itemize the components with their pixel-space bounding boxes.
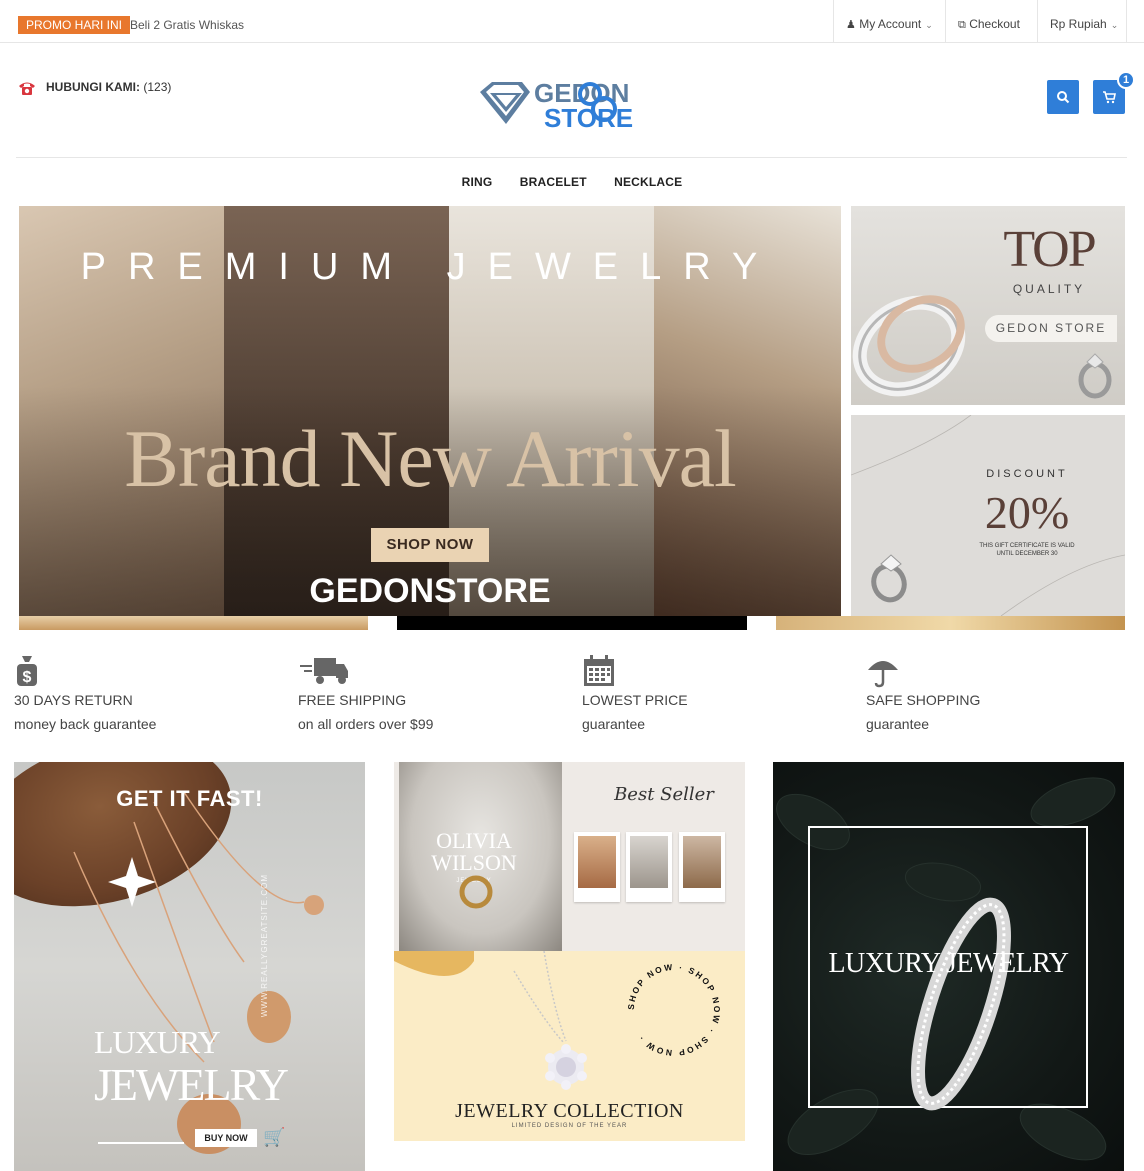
brand-name-line-2: WILSON bbox=[431, 850, 517, 875]
umbrella-icon bbox=[868, 661, 898, 688]
feature-subtitle: money back guarantee bbox=[14, 716, 157, 732]
top-bar: PROMO HARI INI Beli 2 Gratis Whiskas ♟ M… bbox=[0, 0, 1144, 43]
share-icon: ⧉ bbox=[958, 19, 966, 31]
divider bbox=[16, 157, 1127, 158]
brand-name-line-1: OLIVIA bbox=[436, 828, 512, 853]
jewelry-collection-banner[interactable]: OLIVIA WILSON JEWELRY Best Seller SHOP N… bbox=[394, 762, 745, 1141]
diamond-logo-icon: GEDON STORE bbox=[480, 78, 633, 133]
shop-now-circle-badge[interactable]: SHOP NOW · SHOP NOW · SHOP NOW · bbox=[622, 958, 726, 1062]
peek-banner-3 bbox=[776, 616, 1125, 630]
feature-price: LOWEST PRICE guarantee bbox=[582, 654, 842, 732]
jewelry-text: JEWELRY bbox=[94, 1059, 289, 1110]
hotline: HUBUNGI KAMI: (123) bbox=[18, 80, 171, 96]
peek-banner-2 bbox=[397, 616, 747, 630]
store-logo[interactable]: GEDON STORE bbox=[478, 74, 668, 133]
calendar-icon bbox=[584, 655, 614, 686]
chevron-down-icon: ⌄ bbox=[925, 20, 933, 30]
discount-note: THIS GIFT CERTIFICATE IS VALID UNTIL DEC… bbox=[927, 542, 1125, 558]
hotline-label: HUBUNGI KAMI: bbox=[46, 80, 140, 95]
discount-label: DISCOUNT bbox=[986, 468, 1068, 480]
feature-subtitle: on all orders over $99 bbox=[298, 716, 434, 732]
discount-note-line-2: UNTIL DECEMBER 30 bbox=[996, 551, 1058, 557]
feature-safe: SAFE SHOPPING guarantee bbox=[866, 654, 1126, 732]
nav-item-ring[interactable]: RING bbox=[462, 175, 493, 189]
truck-icon bbox=[300, 658, 348, 684]
shop-now-button[interactable]: SHOP NOW bbox=[371, 528, 489, 562]
peek-banner-1 bbox=[19, 616, 368, 630]
promo-badge: PROMO HARI INI bbox=[18, 16, 131, 34]
feature-subtitle: guarantee bbox=[582, 716, 646, 732]
best-seller-text: Best Seller bbox=[614, 784, 714, 805]
hero-brand: GEDONSTORE bbox=[309, 572, 551, 610]
hotline-number: (123) bbox=[143, 80, 172, 95]
currency-dropdown[interactable]: Rp Rupiah ⌄ bbox=[1037, 0, 1127, 43]
my-account-dropdown[interactable]: ♟ My Account ⌄ bbox=[833, 0, 945, 43]
promo-text: Beli 2 Gratis Whiskas bbox=[130, 18, 245, 32]
diamond-ring-image bbox=[871, 554, 907, 603]
luxury-jewelry-banner[interactable]: LUXURY JEWELRY bbox=[773, 762, 1124, 1171]
feature-title: FREE SHIPPING bbox=[298, 692, 407, 708]
search-icon bbox=[1057, 90, 1070, 103]
ring-image bbox=[852, 295, 966, 397]
svg-text:SHOP NOW · SHOP NOW · SHOP NOW: SHOP NOW · SHOP NOW · SHOP NOW · bbox=[626, 962, 722, 1058]
main-nav: RING BRACELET NECKLACE bbox=[0, 175, 1144, 189]
currency-label: Rp Rupiah bbox=[1050, 17, 1107, 31]
money-bag-icon: $ bbox=[17, 656, 37, 686]
luxury-jewelry-title: LUXURY JEWELRY bbox=[828, 948, 1069, 979]
top-quality-banner[interactable]: TOP QUALITY GEDON STORE bbox=[851, 206, 1125, 405]
checkout-link[interactable]: ⧉ Checkout bbox=[945, 0, 1037, 43]
feature-title: 30 DAYS RETURN bbox=[14, 692, 133, 708]
small-ring-image bbox=[1078, 353, 1112, 399]
collection-title: JEWELRY COLLECTION bbox=[455, 1100, 684, 1122]
user-icon: ♟ bbox=[846, 19, 856, 31]
search-button[interactable] bbox=[1047, 80, 1079, 114]
shop-now-circle-text: SHOP NOW · SHOP NOW · SHOP NOW · bbox=[626, 962, 720, 1058]
hero-banner[interactable]: PREMIUM JEWELRY Brand New Arrival SHOP N… bbox=[19, 206, 841, 616]
discount-note-line-1: THIS GIFT CERTIFICATE IS VALID bbox=[979, 543, 1075, 549]
gold-ring-image bbox=[459, 875, 493, 909]
top-text: TOP bbox=[1003, 221, 1096, 278]
band-ring-image bbox=[911, 897, 1011, 1111]
photo-card bbox=[679, 832, 725, 902]
quality-text: QUALITY bbox=[1012, 282, 1086, 296]
cart-count-badge: 1 bbox=[1117, 71, 1135, 89]
photo-card bbox=[626, 832, 672, 902]
get-it-fast-headline: GET IT FAST! bbox=[116, 786, 263, 811]
feature-subtitle: guarantee bbox=[866, 716, 930, 732]
svg-text:$: $ bbox=[23, 669, 32, 686]
photo-card bbox=[574, 832, 620, 902]
feature-title: LOWEST PRICE bbox=[582, 692, 688, 708]
discount-banner[interactable]: DISCOUNT 20% THIS GIFT CERTIFICATE IS VA… bbox=[851, 415, 1125, 616]
buy-now-button[interactable]: BUY NOW bbox=[195, 1129, 257, 1147]
nav-item-bracelet[interactable]: BRACELET bbox=[520, 175, 587, 189]
feature-returns: $ 30 DAYS RETURN money back guarantee bbox=[14, 654, 274, 732]
my-account-label: My Account bbox=[859, 17, 922, 31]
phone-icon bbox=[19, 82, 35, 95]
nav-item-necklace[interactable]: NECKLACE bbox=[614, 175, 682, 189]
website-text: WWW.REALLYGREATSITE.COM bbox=[260, 874, 269, 1018]
brand-name: OLIVIA WILSON bbox=[414, 830, 534, 874]
chevron-down-icon: ⌄ bbox=[1110, 20, 1119, 30]
logo-line-2: STORE bbox=[544, 103, 633, 132]
checkout-label: Checkout bbox=[969, 17, 1020, 31]
store-pill: GEDON STORE bbox=[985, 315, 1117, 342]
collection-subtitle: LIMITED DESIGN OF THE YEAR bbox=[511, 1123, 628, 1129]
feature-shipping: FREE SHIPPING on all orders over $99 bbox=[298, 654, 558, 732]
divider-line bbox=[98, 1142, 184, 1144]
hero-headline: PREMIUM JEWELRY bbox=[80, 246, 780, 288]
discount-percent: 20% bbox=[984, 487, 1070, 538]
cart-icon bbox=[1103, 90, 1116, 103]
hero-title: Brand New Arrival bbox=[124, 413, 737, 504]
feature-title: SAFE SHOPPING bbox=[866, 692, 981, 708]
luxury-text: LUXURY bbox=[94, 1024, 221, 1060]
cart-icon: 🛒 bbox=[263, 1127, 286, 1147]
get-it-fast-banner[interactable]: GET IT FAST! WWW.REALLYGREATSITE.COM LUX… bbox=[14, 762, 365, 1171]
